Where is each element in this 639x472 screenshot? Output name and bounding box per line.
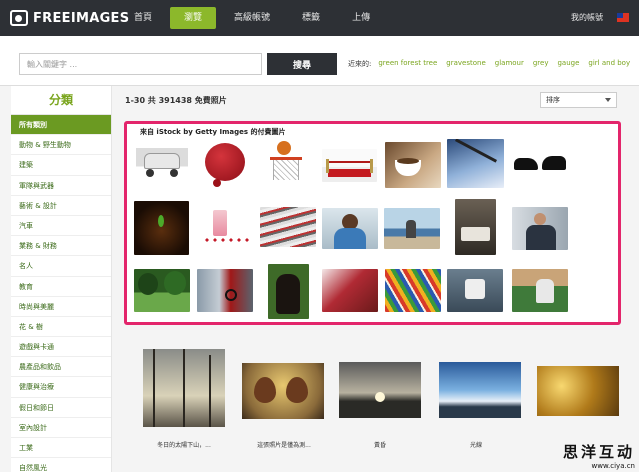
camera-icon xyxy=(10,10,28,26)
recent-search-link[interactable]: glamour xyxy=(495,59,524,69)
thumb-smoothie-fruits[interactable] xyxy=(199,208,252,250)
thumb-bull-and-bear[interactable] xyxy=(512,152,568,176)
sort-dropdown[interactable]: 排序 xyxy=(540,92,617,108)
watermark: 思洋互动 www.ciya.cn xyxy=(563,441,635,470)
top-navbar: FREEIMAGES 首頁 瀏覽 高級帳號 標籤 上傳 我的帳號 xyxy=(0,0,639,36)
language-flag-icon[interactable] xyxy=(617,13,629,22)
istock-sponsored-box: 來自 iStock by Getty Images 的付費圖片 xyxy=(124,121,621,325)
nav-tags[interactable]: 標籤 xyxy=(288,7,334,29)
sidebar-item-food[interactable]: 農產品和飲品 xyxy=(11,357,111,378)
thumb-red-wax-seal[interactable] xyxy=(199,139,251,193)
sidebar-title: 分類 xyxy=(11,86,111,115)
photo-caption[interactable]: 這張照片是僅為測... xyxy=(236,440,332,449)
watermark-text: 思洋互动 xyxy=(562,443,635,461)
search-input[interactable] xyxy=(19,53,262,75)
sidebar-item-animals[interactable]: 動物 & 野生動物 xyxy=(11,135,111,156)
photo-thumbnail[interactable] xyxy=(537,366,619,416)
sidebar-item-art-design[interactable]: 藝術 & 設計 xyxy=(11,196,111,216)
thumb-basketball-hoop[interactable] xyxy=(262,139,312,193)
thumb-cyclist-motion[interactable] xyxy=(197,269,253,312)
chevron-down-icon xyxy=(605,98,611,102)
recent-label: 近來的: xyxy=(348,60,372,68)
thumb-baseball-catcher[interactable] xyxy=(512,269,568,312)
recent-search-link[interactable]: gravestone xyxy=(446,59,485,69)
photo-thumbnail[interactable] xyxy=(439,362,521,418)
sidebar-item-flowers[interactable]: 花 & 樹 xyxy=(11,317,111,338)
photo-thumbnail[interactable] xyxy=(143,349,225,427)
istock-title: 來自 iStock by Getty Images 的付費圖片 xyxy=(140,128,286,136)
sidebar-item-holidays[interactable]: 假日和節日 xyxy=(11,398,111,418)
sidebar-item-industry[interactable]: 工業 xyxy=(11,438,111,459)
thumb-pen-on-documents[interactable] xyxy=(447,139,504,188)
sidebar-item-cars[interactable]: 汽車 xyxy=(11,216,111,237)
photo-caption[interactable]: 冬日的太陽下山，... xyxy=(136,440,232,449)
nav-browse[interactable]: 瀏覽 xyxy=(170,7,217,29)
thumb-colored-pencils[interactable] xyxy=(385,269,441,312)
thumb-red-carpet[interactable] xyxy=(322,149,377,182)
search-bar: 搜尋 近來的: green forest tree gravestone gla… xyxy=(0,36,639,86)
sidebar-item-fashion[interactable]: 時尚與美麗 xyxy=(11,297,111,317)
my-account-link[interactable]: 我的帳號 xyxy=(571,12,603,23)
nav-premium[interactable]: 高級帳號 xyxy=(220,7,284,29)
logo[interactable]: FREEIMAGES xyxy=(10,9,129,27)
photo-caption[interactable]: 光線 xyxy=(428,440,524,449)
sidebar-item-architecture[interactable]: 建築 xyxy=(11,155,111,176)
recent-search-link[interactable]: grey xyxy=(533,59,549,69)
thumb-man-laptop-sea[interactable] xyxy=(384,208,440,249)
recent-search-link[interactable]: gauge xyxy=(557,59,579,69)
recent-search-link[interactable]: green forest tree xyxy=(378,59,437,69)
photo-thumbnail[interactable] xyxy=(242,363,324,419)
sidebar-item-all[interactable]: 所有類別 xyxy=(11,115,111,136)
thumb-stressed-man[interactable] xyxy=(322,208,378,249)
thumb-stack-of-magazines[interactable] xyxy=(260,207,316,247)
recent-search-link[interactable]: girl and boy xyxy=(588,59,630,69)
thumb-businessman-phone[interactable] xyxy=(512,207,568,250)
sidebar-item-health[interactable]: 健康與治療 xyxy=(11,377,111,398)
sidebar-item-military[interactable]: 軍隊與武器 xyxy=(11,176,111,196)
sidebar-item-interior[interactable]: 室內設計 xyxy=(11,418,111,438)
category-sidebar: 分類 所有類別 動物 & 野生動物 建築 軍隊與武器 藝術 & 設計 汽車 業務… xyxy=(11,86,112,472)
photo-caption[interactable]: 黃昏 xyxy=(332,440,428,449)
thumb-chimpanzee[interactable] xyxy=(268,264,309,319)
thumb-hands-with-seedling[interactable] xyxy=(134,201,189,255)
page: FREEIMAGES 首頁 瀏覽 高級帳號 標籤 上傳 我的帳號 搜尋 近來的:… xyxy=(0,0,639,472)
main-nav: 首頁 瀏覽 高級帳號 標籤 上傳 xyxy=(120,0,388,36)
thumb-coffee-cup[interactable] xyxy=(385,142,441,188)
thumb-park-trees[interactable] xyxy=(134,269,190,312)
photo-card[interactable]: 這張照片是僅為測... xyxy=(236,346,332,456)
sidebar-item-nature[interactable]: 自然風光 xyxy=(11,458,111,472)
thumb-hospital-bed[interactable] xyxy=(455,199,496,255)
recent-searches: 近來的: green forest tree gravestone glamou… xyxy=(348,59,639,69)
photo-card[interactable]: 黃昏 xyxy=(332,346,428,456)
search-button[interactable]: 搜尋 xyxy=(267,53,337,75)
thumb-puzzle-hands[interactable] xyxy=(447,269,503,312)
results-count: 1-30 共 391438 免費照片 xyxy=(125,96,227,105)
logo-text: FREEIMAGES xyxy=(33,10,130,26)
nav-upload[interactable]: 上傳 xyxy=(338,7,384,29)
sidebar-item-education[interactable]: 教育 xyxy=(11,277,111,297)
nav-home[interactable]: 首頁 xyxy=(120,7,166,29)
sidebar-item-games[interactable]: 遊戲與卡通 xyxy=(11,337,111,358)
sidebar-item-celebrities[interactable]: 名人 xyxy=(11,256,111,277)
watermark-url: www.ciya.cn xyxy=(591,462,636,470)
thumb-shoes-closeup[interactable] xyxy=(322,269,378,312)
photo-thumbnail[interactable] xyxy=(339,362,421,418)
photo-card[interactable] xyxy=(530,346,626,456)
sidebar-item-business[interactable]: 業務 & 財務 xyxy=(11,236,111,257)
thumb-white-car[interactable] xyxy=(136,139,188,189)
photo-card[interactable]: 冬日的太陽下山，... xyxy=(136,346,232,456)
sort-label: 排序 xyxy=(546,96,560,104)
photo-card[interactable]: 光線 xyxy=(428,346,524,456)
